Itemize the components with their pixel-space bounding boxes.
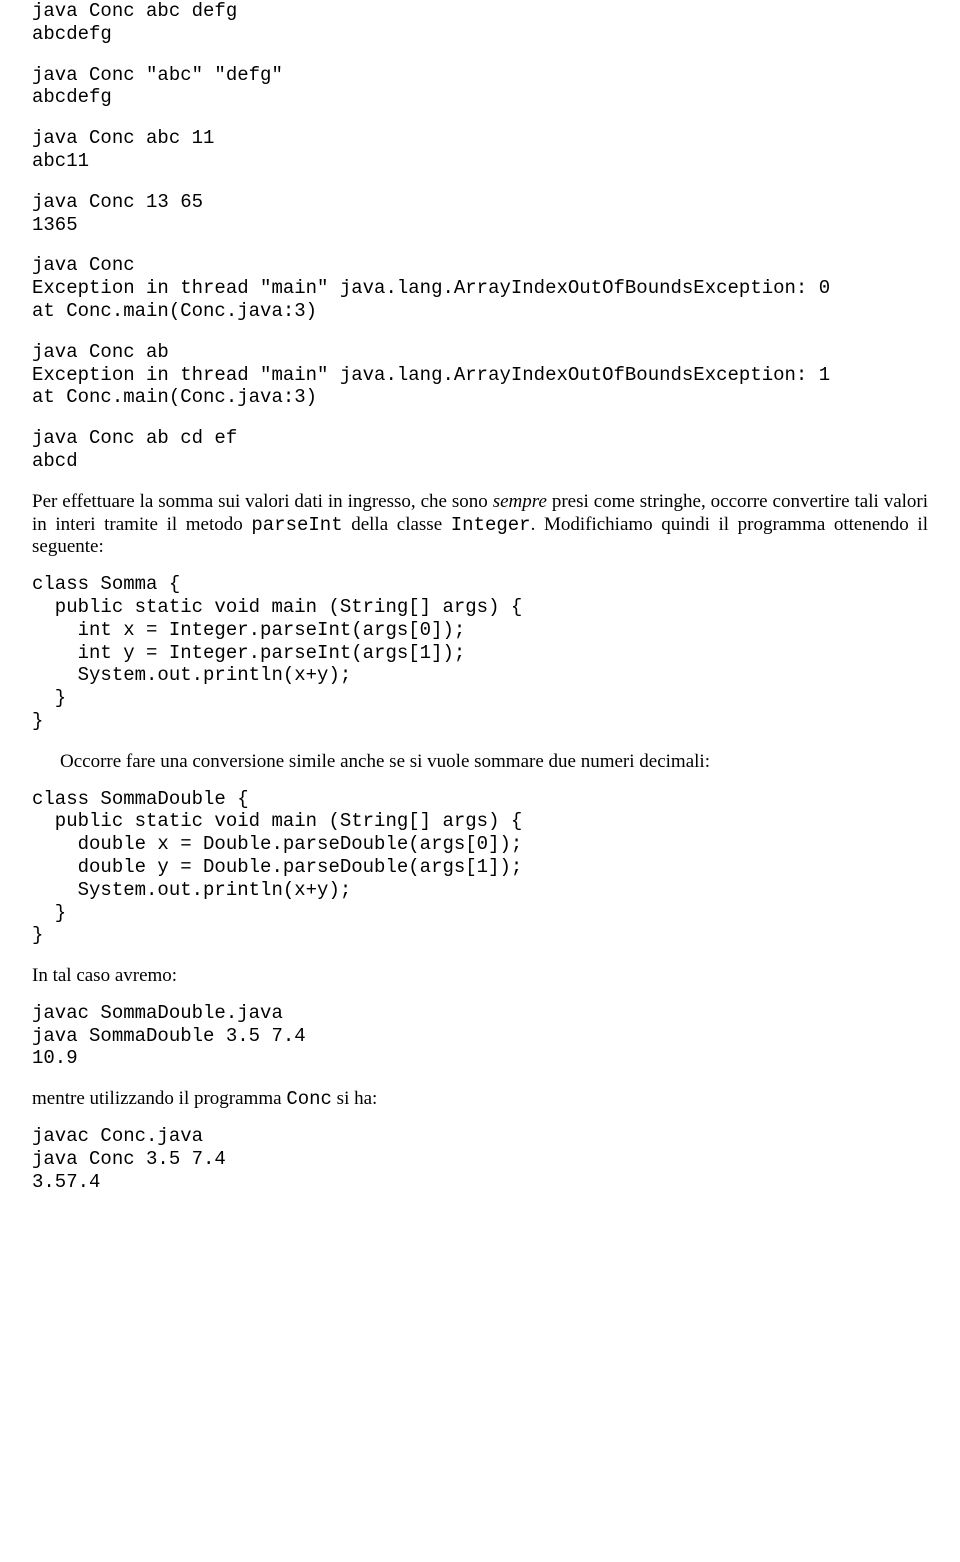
console-block-1: java Conc abc defg abcdefg — [32, 0, 928, 46]
console-block-3: java Conc abc 11 abc11 — [32, 127, 928, 173]
paragraph-1: Per effettuare la somma sui valori dati … — [32, 491, 928, 559]
para1-text-a: Per effettuare la somma sui valori dati … — [32, 491, 493, 512]
console-block-5: java Conc Exception in thread "main" jav… — [32, 254, 928, 322]
para1-text-c: della classe — [343, 514, 451, 535]
paragraph-2: Occorre fare una conversione simile anch… — [32, 751, 928, 774]
console-block-4: java Conc 13 65 1365 — [32, 191, 928, 237]
para4-text-a: mentre utilizzando il programma — [32, 1088, 286, 1109]
code-sommadouble: class SommaDouble { public static void m… — [32, 788, 928, 948]
para1-code-parseint: parseInt — [251, 514, 342, 536]
console-block-7: java Conc ab cd ef abcd — [32, 427, 928, 473]
para4-code-conc: Conc — [286, 1088, 332, 1110]
para4-text-b: si ha: — [332, 1088, 377, 1109]
code-somma: class Somma { public static void main (S… — [32, 573, 928, 733]
paragraph-4: mentre utilizzando il programma Conc si … — [32, 1088, 928, 1111]
console-block-8: javac SommaDouble.java java SommaDouble … — [32, 1002, 928, 1070]
console-block-6: java Conc ab Exception in thread "main" … — [32, 341, 928, 409]
para1-code-integer: Integer — [451, 514, 531, 536]
console-block-9: javac Conc.java java Conc 3.5 7.4 3.57.4 — [32, 1125, 928, 1193]
paragraph-3: In tal caso avremo: — [32, 965, 928, 988]
console-block-2: java Conc "abc" "defg" abcdefg — [32, 64, 928, 110]
para1-emphasis: sempre — [493, 491, 547, 512]
